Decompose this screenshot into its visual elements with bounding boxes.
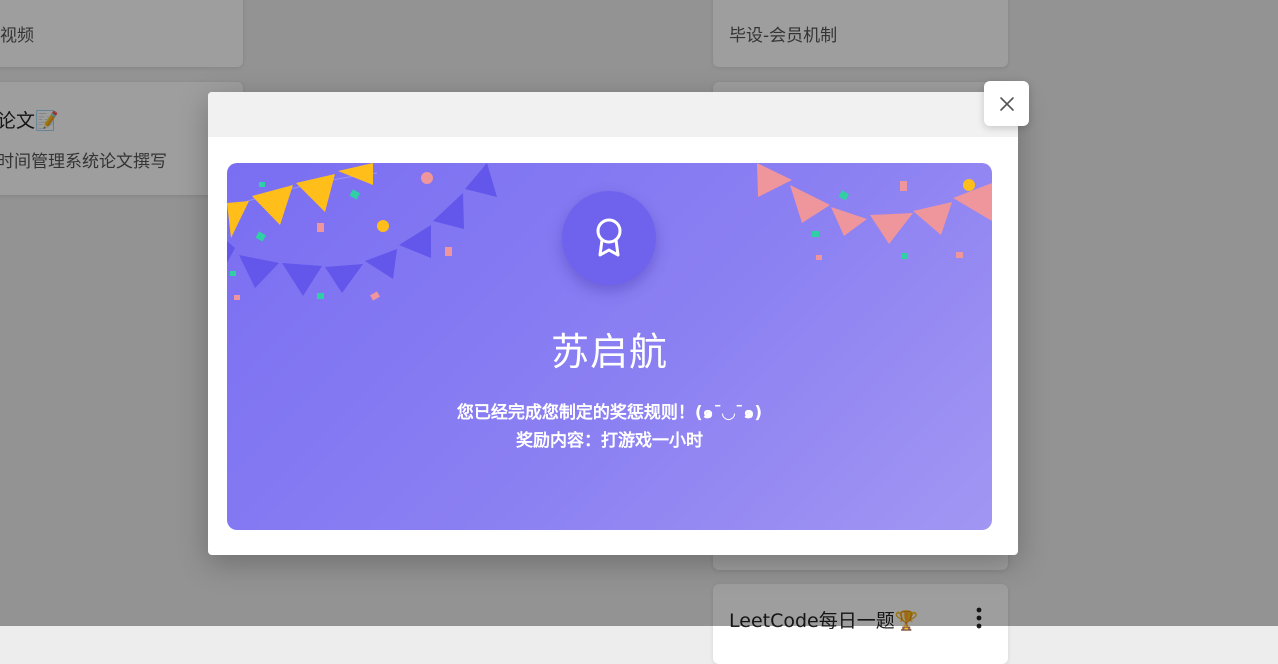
award-ribbon-icon	[592, 217, 626, 259]
dialog-header	[208, 92, 1018, 137]
reward-content: 奖励内容：打游戏一小时	[516, 431, 703, 451]
reward-banner: 苏启航 您已经完成您制定的奖惩规则！(๑¯◡¯๑) 奖励内容：打游戏一小时	[227, 163, 992, 530]
award-badge	[562, 191, 656, 285]
reward-dialog: 苏启航 您已经完成您制定的奖惩规则！(๑¯◡¯๑) 奖励内容：打游戏一小时	[208, 92, 1018, 555]
completion-message: 您已经完成您制定的奖惩规则！(๑¯◡¯๑)	[456, 403, 763, 423]
recipient-name: 苏启航	[550, 330, 668, 374]
close-icon	[999, 96, 1015, 112]
close-button[interactable]	[984, 81, 1029, 126]
